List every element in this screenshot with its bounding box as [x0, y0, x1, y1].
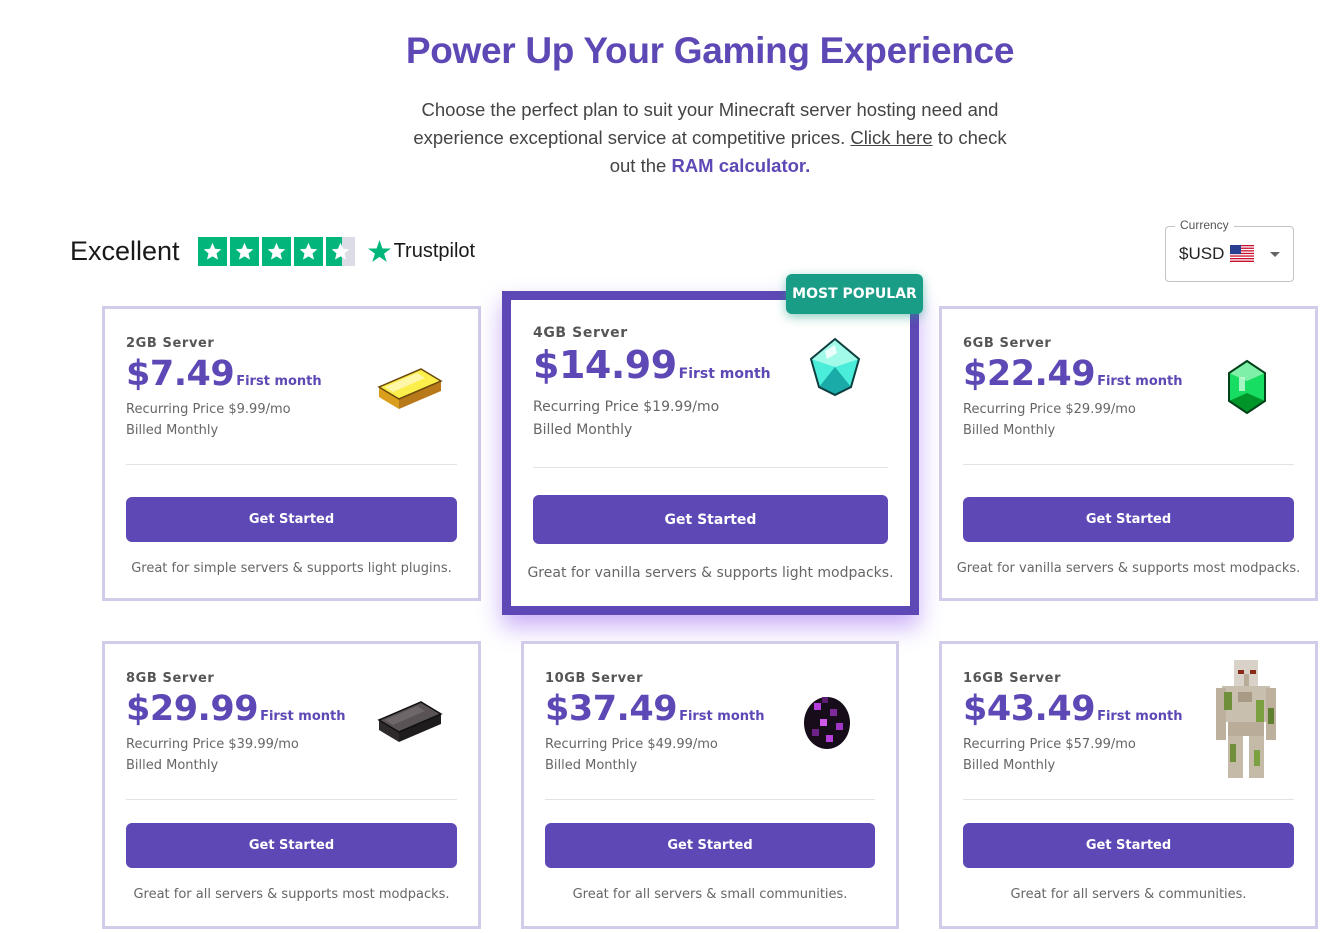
trustpilot-brand: Trustpilot	[393, 239, 476, 262]
first-month-label: First month	[678, 366, 771, 382]
plan-card-8gb: 8GB Server $29.99 First month Recurring …	[102, 641, 481, 929]
diamond-icon	[809, 337, 861, 397]
card-divider	[126, 799, 457, 800]
card-divider	[963, 464, 1294, 465]
netherite-ingot-icon	[377, 701, 443, 742]
gold-ingot-icon	[377, 368, 443, 409]
ram-calculator-link[interactable]: RAM calculator.	[671, 155, 810, 176]
trustpilot-widget[interactable]: Excellent Trustpilot	[70, 234, 475, 268]
first-month-label: First month	[679, 709, 765, 724]
first-month-label: First month	[236, 374, 322, 389]
plan-name: 4GB Server	[533, 325, 628, 341]
recurring-price: Recurring Price $57.99/mo	[963, 737, 1136, 752]
card-divider	[533, 467, 888, 468]
get-started-button[interactable]: Get Started	[126, 823, 457, 868]
billing-cycle: Billed Monthly	[963, 423, 1056, 438]
star-icon	[261, 236, 291, 266]
plan-description: Great for vanilla servers & supports lig…	[527, 565, 894, 581]
trustpilot-stars	[197, 236, 355, 266]
price-row: $29.99 First month	[126, 689, 346, 729]
price-row: $22.49 First month	[963, 354, 1183, 394]
currency-value: $USD	[1179, 244, 1225, 263]
price-row: $7.49 First month	[126, 354, 322, 394]
plan-card-16gb: 16GB Server $43.49 First month Recurring…	[939, 641, 1318, 929]
recurring-price: Recurring Price $49.99/mo	[545, 737, 718, 752]
recurring-price: Recurring Price $29.99/mo	[963, 402, 1136, 417]
plan-name: 10GB Server	[545, 671, 644, 686]
billing-cycle: Billed Monthly	[126, 758, 219, 773]
plan-price: $7.49	[126, 354, 235, 394]
get-started-button[interactable]: Get Started	[545, 823, 875, 868]
card-divider	[126, 464, 457, 465]
trustpilot-star-icon	[367, 239, 391, 262]
plan-description: Great for all servers & communities.	[1010, 887, 1247, 902]
plan-price: $22.49	[963, 354, 1096, 394]
plan-card-6gb: 6GB Server $22.49 First month Recurring …	[939, 306, 1318, 601]
billing-cycle: Billed Monthly	[533, 422, 633, 438]
get-started-button[interactable]: Get Started	[963, 497, 1294, 542]
recurring-price: Recurring Price $9.99/mo	[126, 402, 291, 417]
ender-egg-icon	[804, 697, 850, 749]
plan-card-4gb: 4GB Server $14.99 First month Recurring …	[502, 291, 919, 615]
get-started-button[interactable]: Get Started	[533, 495, 888, 544]
plan-description: Great for vanilla servers & supports mos…	[956, 561, 1301, 576]
plan-name: 8GB Server	[126, 671, 215, 686]
plan-price: $37.49	[545, 689, 678, 729]
plan-description: Great for all servers & supports most mo…	[133, 887, 450, 902]
plan-card-10gb: 10GB Server $37.49 First month Recurring…	[521, 641, 899, 929]
plan-name: 6GB Server	[963, 336, 1052, 351]
plan-price: $43.49	[963, 689, 1096, 729]
star-icon	[293, 236, 323, 266]
most-popular-badge: MOST POPULAR	[786, 274, 923, 314]
emerald-icon	[1228, 359, 1266, 415]
us-flag-icon	[1230, 245, 1254, 262]
card-divider	[545, 799, 875, 800]
billing-cycle: Billed Monthly	[963, 758, 1056, 773]
click-here-link[interactable]: Click here	[850, 127, 932, 148]
page-title: Power Up Your Gaming Experience	[405, 30, 1015, 71]
plan-name: 16GB Server	[963, 671, 1062, 686]
price-row: $43.49 First month	[963, 689, 1183, 729]
billing-cycle: Billed Monthly	[126, 423, 219, 438]
plan-description: Great for all servers & small communitie…	[572, 887, 848, 902]
plan-description: Great for simple servers & supports ligh…	[131, 561, 452, 576]
plan-card-2gb: 2GB Server $7.49 First month Recurring P…	[102, 306, 481, 601]
page-subtitle: Choose the perfect plan to suit your Min…	[410, 96, 1010, 180]
get-started-button[interactable]: Get Started	[963, 823, 1294, 868]
chevron-down-icon	[1270, 252, 1280, 257]
star-icon	[197, 236, 227, 266]
card-divider	[963, 799, 1294, 800]
star-icon	[229, 236, 259, 266]
half-star-icon	[325, 236, 355, 266]
currency-select[interactable]: Currency $USD	[1165, 218, 1294, 282]
first-month-label: First month	[1097, 374, 1183, 389]
trustpilot-logo: Trustpilot	[367, 239, 476, 264]
trustpilot-rating-word: Excellent	[70, 235, 180, 266]
plan-name: 2GB Server	[126, 336, 215, 351]
plan-price: $14.99	[533, 343, 677, 387]
recurring-price: Recurring Price $39.99/mo	[126, 737, 299, 752]
currency-label: Currency	[1175, 218, 1234, 232]
first-month-label: First month	[1097, 709, 1183, 724]
iron-golem-icon	[1216, 660, 1276, 778]
price-row: $14.99 First month	[533, 343, 771, 387]
get-started-button[interactable]: Get Started	[126, 497, 457, 542]
plan-price: $29.99	[126, 689, 259, 729]
price-row: $37.49 First month	[545, 689, 765, 729]
first-month-label: First month	[260, 709, 346, 724]
recurring-price: Recurring Price $19.99/mo	[533, 399, 720, 415]
billing-cycle: Billed Monthly	[545, 758, 638, 773]
